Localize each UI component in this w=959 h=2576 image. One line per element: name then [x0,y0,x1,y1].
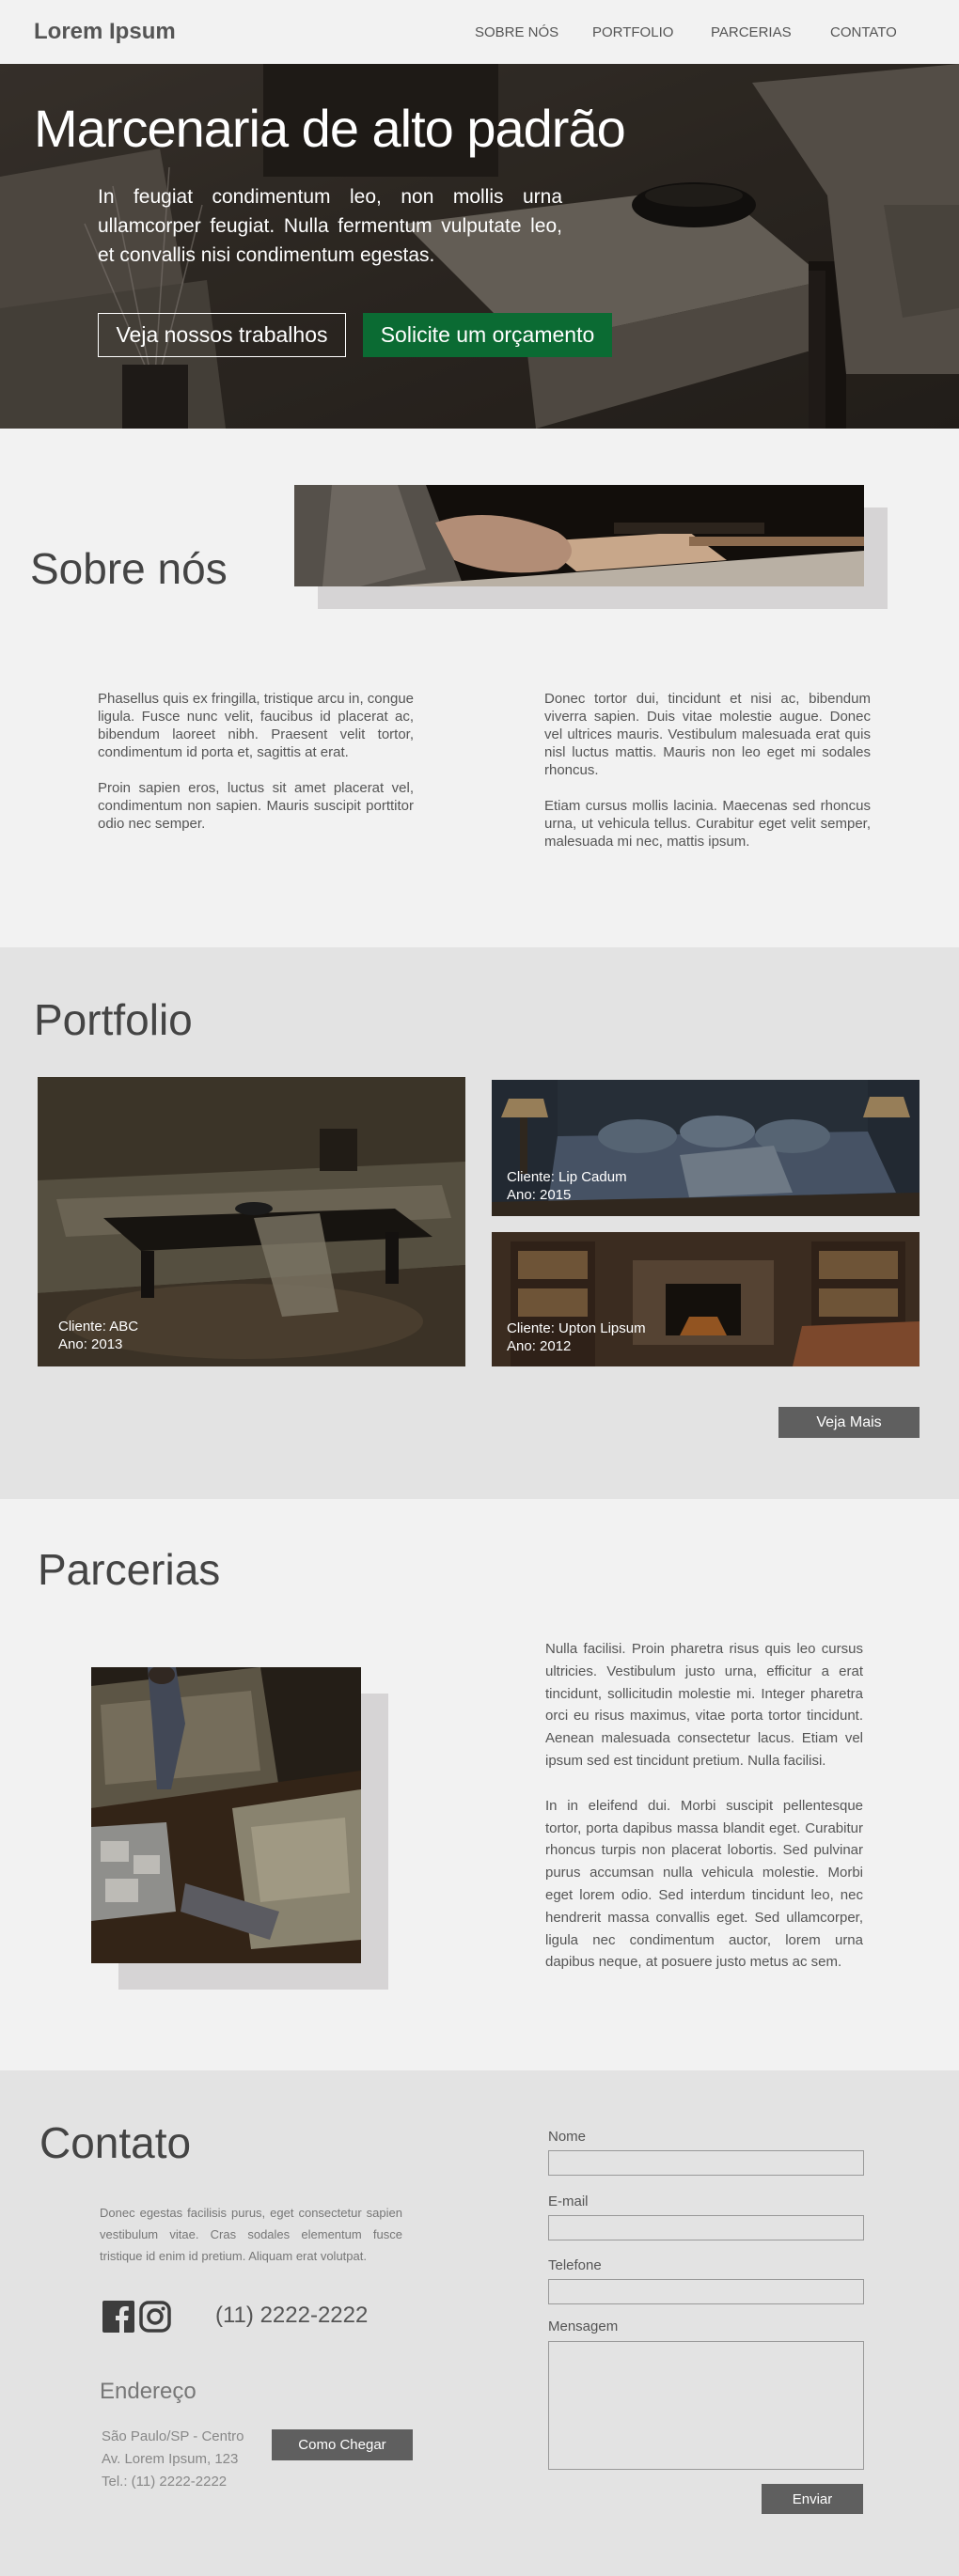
partners-paragraph-1: Nulla facilisi. Proin pharetra risus qui… [545,1641,863,1769]
view-works-button[interactable]: Veja nossos trabalhos [98,313,346,357]
request-quote-button[interactable]: Solicite um orçamento [363,313,612,357]
address-line-city: São Paulo/SP - Centro [102,2428,244,2444]
portfolio-section: Portfolio Cliente: ABC Ano: 2013 Cliente… [0,947,959,1499]
contact-section: Contato Donec egestas facilisis purus, e… [0,2070,959,2576]
about-column-left: Phasellus quis ex fringilla, tristique a… [98,690,414,851]
woodworking-photo [294,485,864,586]
submit-button[interactable]: Enviar [762,2484,863,2514]
portfolio-caption-upton-lipsum: Cliente: Upton Lipsum Ano: 2012 [507,1319,646,1355]
portfolio-client-abc: Cliente: ABC [58,1319,139,1335]
directions-button[interactable]: Como Chegar [272,2429,413,2460]
about-left-paragraph-2: Proin sapien eros, luctus sit amet place… [98,780,414,832]
portfolio-item-lip-cadum[interactable]: Cliente: Lip Cadum Ano: 2015 [492,1080,920,1216]
portfolio-caption-abc: Cliente: ABC Ano: 2013 [58,1318,138,1353]
site-logo[interactable]: Lorem Ipsum [34,19,176,45]
nav-portfolio[interactable]: PORTFOLIO [592,24,673,40]
portfolio-client-lip-cadum: Cliente: Lip Cadum [507,1169,627,1185]
partners-text: Nulla facilisi. Proin pharetra risus qui… [545,1638,863,1996]
about-section: Sobre nós Phasellus quis ex fringilla, t… [0,429,959,947]
name-label: Nome [548,2129,587,2145]
contact-title: Contato [39,2118,192,2167]
portfolio-item-abc[interactable]: Cliente: ABC Ano: 2013 [38,1077,465,1366]
page: Lorem Ipsum SOBRE NÓS PORTFOLIO PARCERIA… [0,0,959,2576]
phone-label: Telefone [548,2257,602,2273]
address-title: Endereço [100,2379,197,2404]
see-more-button[interactable]: Veja Mais [778,1407,920,1438]
address-block: São Paulo/SP - Centro Av. Lorem Ipsum, 1… [102,2426,244,2493]
portfolio-caption-lip-cadum: Cliente: Lip Cadum Ano: 2015 [507,1168,627,1204]
email-field[interactable] [548,2215,864,2240]
message-label: Mensagem [548,2318,619,2334]
instagram-icon[interactable] [139,2301,171,2333]
nav-sobre[interactable]: SOBRE NÓS [475,24,558,40]
phone-field[interactable] [548,2279,864,2304]
living-room-overhead-photo [91,1667,361,1963]
nav-contato[interactable]: CONTATO [830,24,897,40]
name-field[interactable] [548,2150,864,2176]
about-right-paragraph-1: Donec tortor dui, tincidunt et nisi ac, … [544,691,871,778]
about-title: Sobre nós [30,544,228,593]
partners-image [91,1667,361,1963]
partners-title: Parcerias [38,1545,221,1594]
message-field[interactable] [548,2341,864,2470]
about-left-paragraph-1: Phasellus quis ex fringilla, tristique a… [98,691,415,760]
about-right-paragraph-2: Etiam cursus mollis lacinia. Maecenas se… [544,798,871,850]
contact-description: Donec egestas facilisis purus, eget cons… [100,2206,402,2263]
address-line-phone: Tel.: (11) 2222-2222 [102,2474,228,2490]
about-image [294,485,864,586]
portfolio-year-abc: Ano: 2013 [58,1336,123,1352]
partners-section: Parcerias Nulla facilisi. Proin pharetra… [0,1499,959,2070]
address-line-street: Av. Lorem Ipsum, 123 [102,2451,239,2467]
portfolio-year-upton-lipsum: Ano: 2012 [507,1338,572,1354]
contact-phone: (11) 2222-2222 [215,2303,369,2328]
portfolio-year-lip-cadum: Ano: 2015 [507,1187,572,1203]
nav-parcerias[interactable]: PARCERIAS [711,24,792,40]
hero-text: In feugiat condimentum leo, non mollis u… [98,186,562,266]
portfolio-client-upton-lipsum: Cliente: Upton Lipsum [507,1320,646,1336]
facebook-icon[interactable] [102,2301,134,2333]
partners-paragraph-2: In in eleifend dui. Morbi suscipit pelle… [545,1797,863,1971]
portfolio-item-upton-lipsum[interactable]: Cliente: Upton Lipsum Ano: 2012 [492,1232,920,1366]
hero-title: Marcenaria de alto padrão [34,99,626,158]
hero-section: Marcenaria de alto padrão In feugiat con… [0,64,959,429]
about-column-right: Donec tortor dui, tincidunt et nisi ac, … [544,690,871,868]
site-header: Lorem Ipsum SOBRE NÓS PORTFOLIO PARCERIA… [0,0,959,64]
portfolio-title: Portfolio [34,995,193,1044]
email-label: E-mail [548,2194,589,2209]
